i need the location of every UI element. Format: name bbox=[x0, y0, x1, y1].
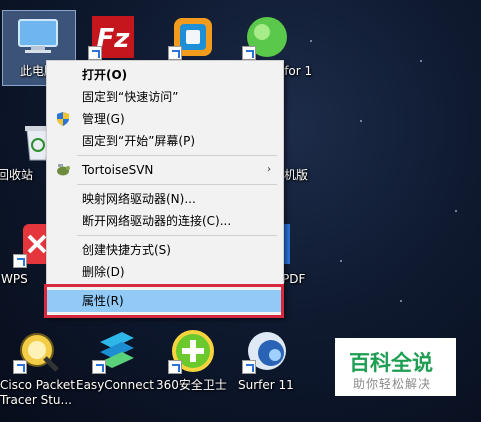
desktop-icon-label: 360安全卫士 bbox=[156, 378, 227, 392]
desktop-icon-label: Surfer 11 bbox=[238, 378, 294, 392]
menu-item-label: 断开网络驱动器的连接(C)... bbox=[82, 214, 232, 228]
menu-item-label: 固定到“开始”屏幕(P) bbox=[82, 134, 196, 148]
tortoise-icon bbox=[55, 162, 71, 178]
menu-separator bbox=[77, 184, 277, 185]
shortcut-arrow-icon bbox=[168, 360, 182, 374]
watermark-title: 百科全说 bbox=[349, 351, 433, 375]
watermark: 百科全说 助你轻松解决 bbox=[335, 338, 456, 396]
menu-item-label: 映射网络驱动器(N)... bbox=[82, 192, 196, 206]
shield-icon bbox=[55, 111, 71, 127]
desktop-icon-easyconnect[interactable]: EasyConnect bbox=[76, 328, 154, 398]
desktop-icon-label: 机版 bbox=[284, 168, 309, 182]
menu-item-label: 创建快捷方式(S) bbox=[82, 243, 171, 257]
menu-item-create-shortcut[interactable]: 创建快捷方式(S) bbox=[47, 239, 283, 261]
menu-item-label: 删除(D) bbox=[82, 265, 125, 279]
shortcut-arrow-icon bbox=[13, 360, 27, 374]
annotation-highlight-box bbox=[44, 284, 284, 318]
menu-item-disconnect-network-drive[interactable]: 断开网络驱动器的连接(C)... bbox=[47, 210, 283, 232]
menu-item-label: 打开(O) bbox=[82, 68, 128, 82]
desktop-icon-360[interactable]: 360安全卫士 bbox=[156, 328, 228, 398]
shortcut-arrow-icon bbox=[92, 360, 106, 374]
menu-item-tortoisesvn[interactable]: TortoiseSVN › bbox=[47, 159, 283, 181]
computer-icon bbox=[15, 14, 61, 60]
menu-item-map-network-drive[interactable]: 映射网络驱动器(N)... bbox=[47, 188, 283, 210]
watermark-subtitle: 助你轻松解决 bbox=[353, 377, 432, 391]
submenu-arrow-icon: › bbox=[267, 164, 271, 175]
menu-item-delete[interactable]: 删除(D) bbox=[47, 261, 283, 283]
shortcut-arrow-icon bbox=[168, 46, 182, 60]
desktop-icon-label: 回收站 bbox=[0, 168, 34, 182]
desktop-icon-surfer[interactable]: Surfer 11 bbox=[232, 328, 302, 398]
shortcut-arrow-icon bbox=[13, 254, 27, 268]
shortcut-arrow-icon bbox=[242, 46, 256, 60]
shortcut-arrow-icon bbox=[242, 360, 256, 374]
menu-item-open[interactable]: 打开(O) bbox=[47, 64, 283, 86]
menu-item-label: 管理(G) bbox=[82, 112, 125, 126]
desktop-icon-label: EasyConnect bbox=[76, 378, 154, 392]
menu-separator bbox=[77, 235, 277, 236]
menu-item-pin-start[interactable]: 固定到“开始”屏幕(P) bbox=[47, 130, 283, 152]
desktop-icon-label: Cisco Packet Tracer Stu... bbox=[0, 378, 75, 407]
desktop-icon-label: PDF bbox=[282, 272, 306, 286]
shortcut-arrow-icon bbox=[88, 46, 102, 60]
menu-item-label: TortoiseSVN bbox=[82, 163, 154, 177]
desktop-icon-cisco[interactable]: Cisco Packet Tracer Stu... bbox=[0, 328, 75, 418]
menu-item-label: 固定到“快速访问” bbox=[82, 90, 179, 104]
menu-item-manage[interactable]: 管理(G) bbox=[47, 108, 283, 130]
menu-item-pin-quick-access[interactable]: 固定到“快速访问” bbox=[47, 86, 283, 108]
context-menu: 打开(O) 固定到“快速访问” 管理(G) 固定到“开始”屏幕(P) Torto… bbox=[46, 60, 284, 318]
menu-separator bbox=[77, 155, 277, 156]
